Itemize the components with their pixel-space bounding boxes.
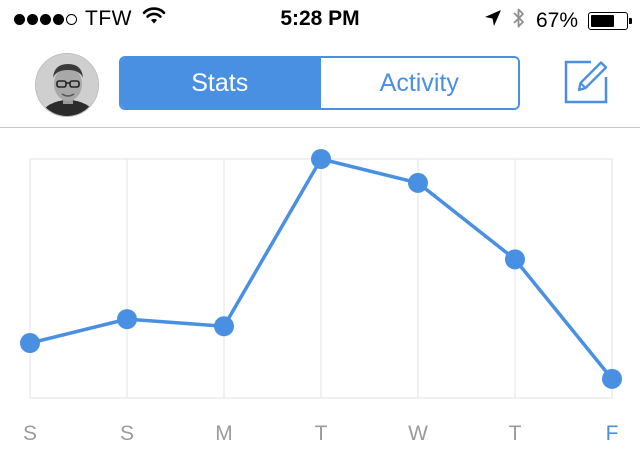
data-point	[311, 149, 331, 169]
data-point	[505, 249, 525, 270]
x-tick-label[interactable]: F	[592, 422, 632, 446]
data-point	[602, 368, 622, 389]
status-right: 67%	[484, 7, 632, 35]
line-chart	[20, 149, 622, 399]
avatar-image	[36, 54, 98, 116]
x-tick-label[interactable]: T	[301, 422, 341, 446]
x-tick-label[interactable]: S	[107, 422, 147, 446]
stats-chart: SSMTWTF	[0, 128, 640, 454]
data-point	[117, 309, 137, 330]
x-tick-label[interactable]: T	[495, 422, 535, 446]
segmented-control: Stats Activity	[119, 56, 520, 110]
compose-icon	[564, 60, 608, 104]
x-tick-label[interactable]: W	[398, 422, 438, 446]
data-point	[408, 172, 428, 193]
x-tick-label[interactable]: M	[204, 422, 244, 446]
battery-percent: 67%	[535, 9, 578, 32]
compose-button[interactable]	[563, 59, 609, 105]
status-bar: TFW 5:28 PM 67%	[0, 0, 640, 40]
tab-activity[interactable]: Activity	[318, 58, 518, 108]
battery-icon	[588, 12, 632, 30]
data-point	[20, 333, 40, 354]
tab-stats[interactable]: Stats	[121, 58, 319, 108]
avatar[interactable]	[35, 53, 99, 117]
x-tick-label[interactable]: S	[10, 422, 50, 446]
location-arrow-icon	[484, 9, 502, 33]
nav-bar: Stats Activity	[0, 40, 640, 128]
data-point	[214, 316, 234, 337]
battery-level	[591, 15, 614, 27]
bluetooth-icon	[512, 7, 526, 35]
